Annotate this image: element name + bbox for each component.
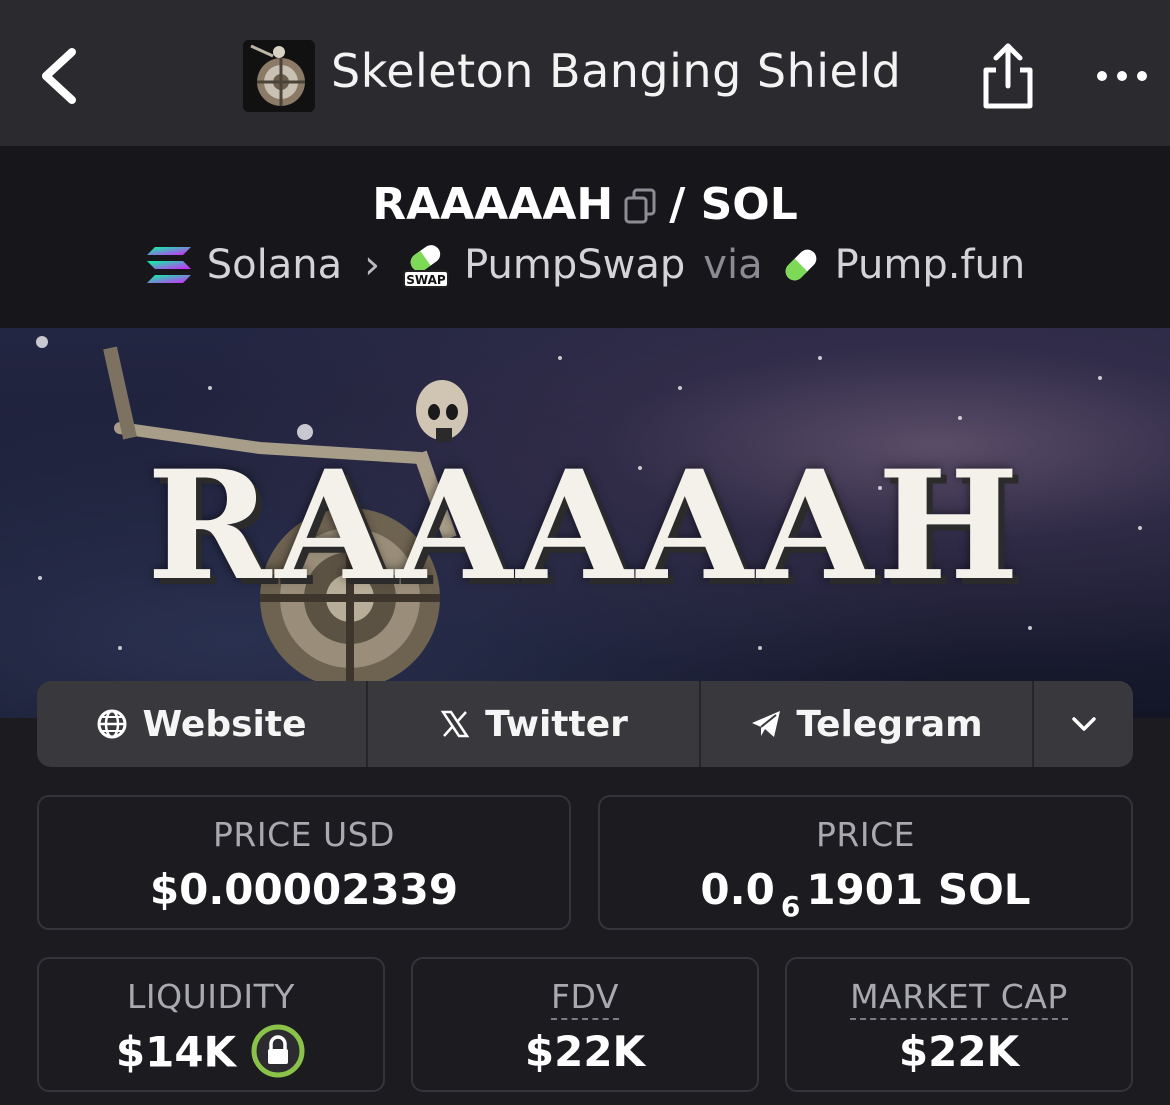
token-banner: RAAAAAH	[0, 328, 1170, 718]
share-button[interactable]	[976, 38, 1040, 114]
price-zero-count: 6	[780, 890, 801, 923]
price-usd-value: $0.00002339	[149, 865, 459, 914]
market-cap-label[interactable]: MARKET CAP	[850, 977, 1068, 1020]
fdv-value: $22K	[524, 1027, 646, 1076]
website-label: Website	[142, 703, 307, 745]
liquidity-card: LIQUIDITY $14K	[37, 957, 385, 1092]
chevron-left-icon	[42, 48, 76, 104]
globe-icon	[97, 709, 127, 739]
telegram-icon	[752, 711, 781, 737]
market-cap-value: $22K	[898, 1027, 1020, 1076]
price-native-value: 0.0 6 1901 SOL	[600, 865, 1131, 923]
chain-link-solana[interactable]: Solana	[207, 242, 342, 288]
quote-token-symbol: SOL	[700, 178, 798, 230]
twitter-button[interactable]: Twitter	[368, 681, 701, 767]
price-digits: 1901	[806, 865, 924, 914]
pumpswap-icon: SWAP	[402, 241, 450, 289]
website-button[interactable]: Website	[37, 681, 368, 767]
price-native-label: PRICE	[816, 815, 915, 854]
market-cap-card: MARKET CAP $22K	[785, 957, 1133, 1092]
fdv-card: FDV $22K	[411, 957, 759, 1092]
x-icon	[440, 710, 470, 738]
telegram-button[interactable]: Telegram	[701, 681, 1034, 767]
liquidity-label: LIQUIDITY	[127, 977, 295, 1016]
chevron-right-icon: ›	[364, 242, 381, 288]
chain-breadcrumb: Solana › SWAP PumpSwap via Pump.fun	[0, 240, 1170, 289]
price-prefix: 0.0	[700, 865, 775, 914]
more-button[interactable]	[1092, 58, 1152, 94]
launchpad-link-pumpfun[interactable]: Pump.fun	[835, 242, 1026, 288]
social-links-bar: Website Twitter Telegram	[37, 681, 1133, 767]
more-horizontal-icon	[1097, 71, 1147, 81]
more-links-dropdown[interactable]	[1034, 681, 1133, 767]
price-unit: SOL	[937, 865, 1031, 914]
back-button[interactable]	[30, 38, 90, 114]
dex-link-pumpswap[interactable]: PumpSwap	[464, 242, 685, 288]
liquidity-value-row: $14K	[39, 1024, 383, 1083]
price-usd-card: PRICE USD $0.00002339	[37, 795, 571, 930]
share-icon	[983, 43, 1033, 109]
fdv-label[interactable]: FDV	[551, 977, 619, 1020]
pair-name: RAAAAAH / SOL	[0, 176, 1170, 230]
telegram-label: Telegram	[796, 703, 983, 745]
swap-badge-text: SWAP	[406, 273, 446, 287]
twitter-label: Twitter	[485, 703, 628, 745]
base-token-symbol: RAAAAAH	[372, 178, 614, 230]
solana-icon	[145, 245, 193, 285]
price-native-card: PRICE 0.0 6 1901 SOL	[598, 795, 1133, 930]
via-label: via	[703, 242, 763, 288]
banner-title: RAAAAAH	[146, 438, 1024, 614]
lock-icon[interactable]	[250, 1023, 306, 1079]
pair-separator: /	[669, 178, 686, 230]
price-usd-label: PRICE USD	[213, 815, 395, 854]
liquidity-value: $14K	[115, 1027, 237, 1077]
top-nav-bar: Skeleton Banging Shield	[0, 0, 1170, 146]
chevron-down-icon	[1071, 717, 1096, 731]
copy-icon[interactable]	[623, 185, 657, 224]
page-title: Skeleton Banging Shield	[331, 44, 902, 98]
pair-header: RAAAAAH / SOL Solana › SWAP PumpSwap via…	[0, 146, 1170, 328]
token-logo	[243, 40, 315, 112]
pumpfun-icon	[781, 245, 821, 285]
